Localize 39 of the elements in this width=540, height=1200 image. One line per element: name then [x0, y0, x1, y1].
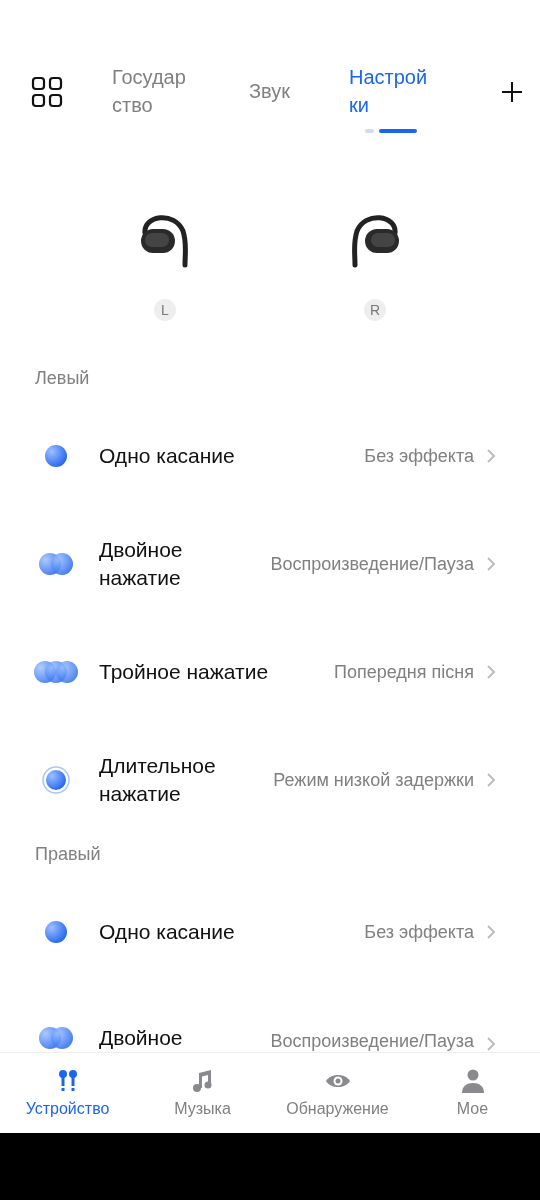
chevron-right-icon: [486, 1036, 496, 1052]
tab[interactable]: Государ ство: [112, 51, 204, 133]
tab[interactable]: Звук: [249, 65, 309, 119]
settings-row[interactable]: Двойное нажатие Воспроизведение/Пауза: [0, 510, 540, 618]
chevron-right-icon: [486, 664, 496, 680]
tab[interactable]: Настрой ки: [349, 51, 439, 133]
settings-row[interactable]: Тройное нажатие Попередня пісня: [0, 618, 540, 726]
row-label: Длительное нажатие: [99, 753, 217, 807]
row-value: Воспроизведение/Пауза: [270, 553, 474, 575]
person-icon: [459, 1068, 486, 1094]
chevron-right-icon: [486, 772, 496, 788]
add-icon[interactable]: [500, 80, 524, 104]
row-value: Режим низкой задержки: [273, 769, 474, 791]
settings-row[interactable]: Длительное нажатие Режим низкой задержки: [0, 726, 540, 834]
row-value: Воспроизведение/Пауза: [270, 1031, 474, 1052]
row-label: Одно касание: [99, 919, 236, 945]
side-badge: L: [154, 299, 176, 321]
tap-gesture-icon: [33, 658, 79, 686]
side-badge: R: [364, 299, 386, 321]
settings-row[interactable]: Одно касание Без эффекта: [0, 896, 540, 968]
chevron-right-icon: [486, 448, 496, 464]
settings-row[interactable]: Одно касание Без эффекта: [0, 420, 540, 492]
section-title: Правый: [34, 843, 102, 865]
row-label: Одно касание: [99, 443, 236, 469]
row-label: Двойное нажатие: [99, 537, 184, 591]
chevron-right-icon: [486, 556, 496, 572]
row-label: Тройное нажатие: [99, 659, 270, 685]
section-title: Левый: [34, 367, 91, 389]
nav-tab[interactable]: Обнаружение: [270, 1053, 405, 1133]
grid-icon[interactable]: [30, 75, 64, 109]
chevron-right-icon: [486, 924, 496, 940]
row-value: Без эффекта: [364, 921, 474, 943]
nav-tab[interactable]: Устройство: [0, 1053, 135, 1133]
nav-tab[interactable]: Музыка: [135, 1053, 270, 1133]
row-value: Без эффекта: [364, 445, 474, 467]
row-value: Попередня пісня: [334, 661, 474, 683]
settings-row[interactable]: Двойное Воспроизведение/Пауза: [0, 986, 540, 1052]
row-label: Двойное: [99, 1025, 184, 1051]
nav-tab[interactable]: Мое: [405, 1053, 540, 1133]
